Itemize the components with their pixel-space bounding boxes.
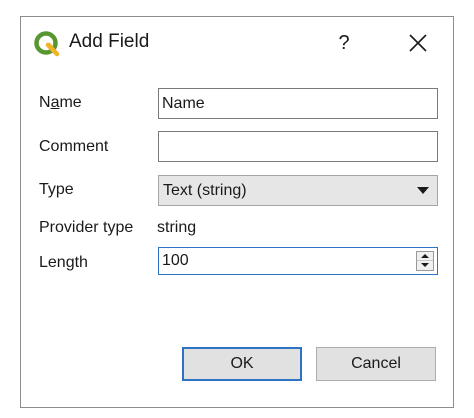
ok-button[interactable]: OK: [182, 347, 302, 381]
help-button[interactable]: ?: [331, 27, 357, 59]
close-icon[interactable]: [401, 29, 435, 59]
length-value: 100: [162, 252, 189, 269]
arrow-down-icon: [421, 263, 429, 267]
add-field-dialog: Add Field ? Name Name Comment Type Text …: [20, 16, 454, 408]
length-spinbox[interactable]: 100: [158, 247, 438, 275]
comment-input[interactable]: [158, 131, 438, 162]
provider-type-label: Provider type: [39, 219, 134, 236]
title-bar: Add Field ?: [21, 17, 453, 69]
name-label: Name: [39, 94, 82, 111]
dialog-title: Add Field: [69, 31, 150, 52]
cancel-button[interactable]: Cancel: [316, 347, 436, 381]
spin-down-button[interactable]: [417, 261, 433, 270]
qgis-logo-icon: [34, 31, 60, 57]
type-label: Type: [39, 181, 74, 198]
comment-label: Comment: [39, 138, 109, 155]
length-label: Length: [39, 254, 88, 271]
spin-buttons: [416, 251, 434, 271]
type-select[interactable]: Text (string): [158, 175, 438, 206]
provider-type-value: string: [157, 219, 197, 236]
type-select-value: Text (string): [163, 182, 247, 199]
chevron-down-icon: [417, 187, 429, 194]
arrow-up-icon: [421, 254, 429, 258]
spin-up-button[interactable]: [417, 252, 433, 261]
name-input[interactable]: Name: [158, 88, 438, 119]
